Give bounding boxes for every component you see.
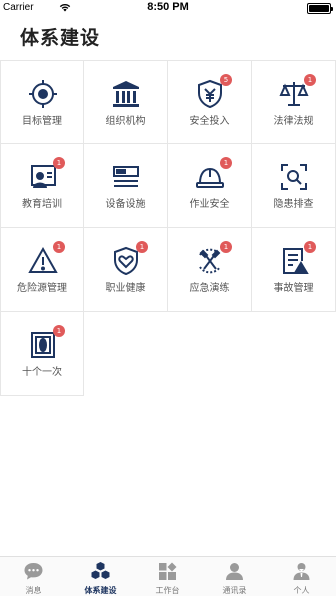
grid-item-label: 设备设施	[105, 199, 146, 210]
notification-badge: 5	[220, 74, 232, 86]
grid-item-label: 目标管理	[22, 116, 62, 127]
tab-label: 工作台	[155, 586, 180, 595]
grid-item-work-safety[interactable]: 1 作业安全	[168, 144, 252, 228]
bottom-tab-bar: 消息 体系建设 工作台 通讯录 个人	[0, 556, 336, 596]
notification-badge: 1	[53, 325, 65, 337]
notification-badge: 1	[304, 74, 316, 86]
tab-label: 通讯录	[222, 586, 247, 595]
notification-badge: 1	[136, 241, 148, 253]
grid-item-laws-regulations[interactable]: 1 法律法规	[252, 60, 336, 144]
grid-item-label: 教育培训	[22, 199, 62, 210]
notification-badge: 1	[53, 241, 65, 253]
scan-icon	[278, 161, 310, 193]
page-title: 体系建设	[20, 27, 101, 49]
equipment-icon	[110, 161, 142, 193]
notification-badge: 1	[220, 157, 232, 169]
grid-item-hazard-inspection[interactable]: 隐患排查	[252, 144, 336, 228]
building-icon	[110, 78, 142, 110]
grid-item-label: 法律法规	[273, 116, 314, 127]
grid-item-organization[interactable]: 组织机构	[84, 60, 168, 144]
grid-item-label: 隐患排查	[273, 199, 314, 210]
grid-item-equipment[interactable]: 设备设施	[84, 144, 168, 228]
tab-label: 个人	[293, 586, 310, 595]
grid-item-accident-management[interactable]: 1 事故管理	[252, 228, 336, 312]
tab-label: 体系建设	[84, 586, 117, 595]
target-icon	[27, 78, 59, 110]
grid-item-ten-once[interactable]: 1 十个一次	[0, 312, 84, 396]
grid-item-label: 应急演练	[189, 283, 230, 294]
grid-item-label: 安全投入	[189, 116, 230, 127]
grid-item-education-training[interactable]: 1 教育培训	[0, 144, 84, 228]
grid-item-emergency-drill[interactable]: 1 应急演练	[168, 228, 252, 312]
clock: 8:50 PM	[147, 1, 189, 13]
tab-profile[interactable]: 个人	[268, 557, 335, 596]
grid-item-label: 职业健康	[105, 283, 146, 294]
notification-badge: 1	[304, 241, 316, 253]
grid-item-label: 作业安全	[189, 199, 230, 210]
grid-item-label: 危险源管理	[17, 283, 67, 294]
message-icon	[23, 561, 44, 582]
grid-item-target-management[interactable]: 目标管理	[0, 60, 84, 144]
notification-badge: 1	[53, 157, 65, 169]
tab-system-building[interactable]: 体系建设	[67, 557, 134, 596]
tab-workbench[interactable]: 工作台	[134, 557, 201, 596]
cubes-icon	[90, 561, 111, 582]
person-icon	[291, 561, 312, 582]
tab-label: 消息	[25, 586, 42, 595]
grid-item-label: 事故管理	[273, 283, 314, 294]
grid-item-safety-investment[interactable]: 5 安全投入	[168, 60, 252, 144]
tab-messages[interactable]: 消息	[0, 557, 67, 596]
grid-item-label: 组织机构	[105, 116, 146, 127]
status-bar: Carrier 8:50 PM	[0, 0, 336, 16]
notification-badge: 1	[220, 241, 232, 253]
dashboard-icon	[157, 561, 178, 582]
grid-item-hazard-source[interactable]: 1 危险源管理	[0, 228, 84, 312]
grid-item-label: 十个一次	[22, 367, 62, 378]
tab-contacts[interactable]: 通讯录	[201, 557, 268, 596]
contacts-icon	[224, 561, 245, 582]
grid-item-occupational-health[interactable]: 1 职业健康	[84, 228, 168, 312]
battery-icon	[307, 3, 333, 14]
